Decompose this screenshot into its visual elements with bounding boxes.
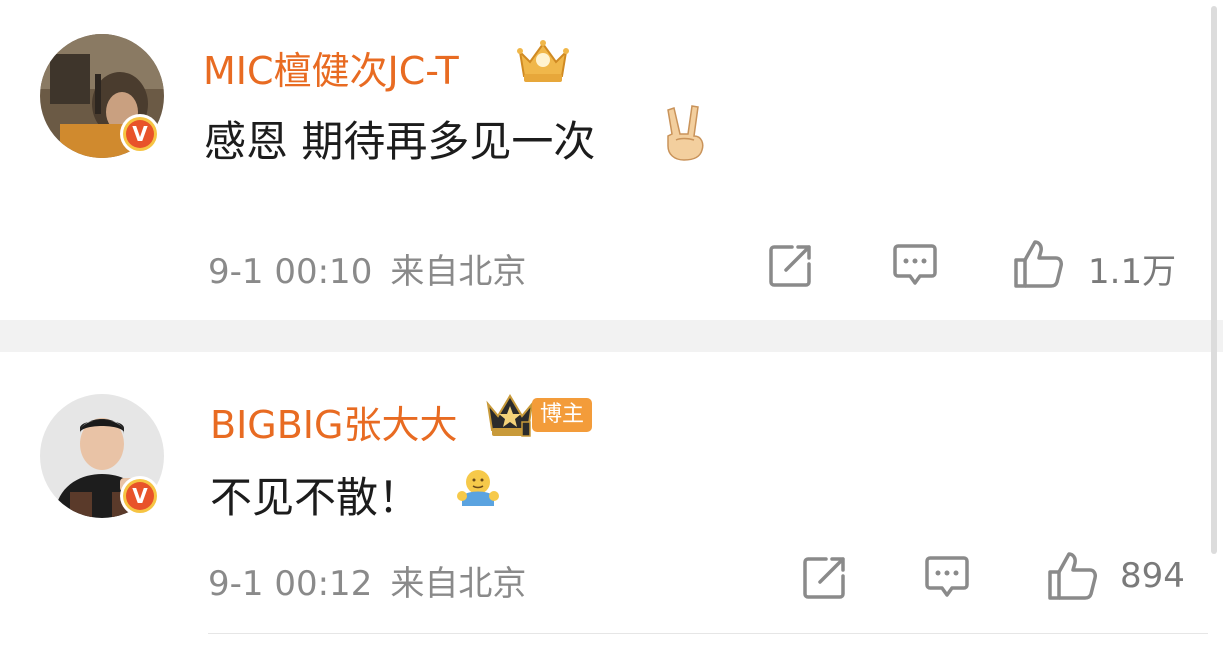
comment-meta: 9-1 00:12 来自北京 xyxy=(208,556,526,605)
verified-badge: V xyxy=(120,476,160,516)
host-badge: 博主 xyxy=(532,398,593,432)
share-icon[interactable] xyxy=(802,554,848,600)
comment-location: 来自北京 xyxy=(390,564,527,604)
like-count: 894 xyxy=(1120,556,1185,596)
comment-time: 9-1 00:12 xyxy=(208,564,373,604)
black-crown-icon xyxy=(486,394,534,437)
comment-text: 感恩 期待再多见一次 xyxy=(204,117,596,166)
victory-hand-emoji xyxy=(667,105,704,161)
scrollbar[interactable] xyxy=(1211,6,1217,554)
comment-separator xyxy=(0,320,1223,352)
comment-meta: 9-1 00:10 来自北京 xyxy=(208,244,526,293)
like-count: 1.1万 xyxy=(1088,252,1177,292)
comment-icon[interactable] xyxy=(892,242,938,288)
comment-location: 来自北京 xyxy=(390,252,527,292)
thumbs-up-icon[interactable] xyxy=(1012,238,1064,290)
username[interactable]: BIGBIG张大大 xyxy=(210,394,457,449)
verified-badge: V xyxy=(120,114,160,154)
gold-crown-icon xyxy=(517,40,569,82)
comment-item: V BIGBIG张大大 博主 不见不散！ 9-1 00:12 来自北京 894 xyxy=(0,352,1223,653)
divider xyxy=(208,633,1208,634)
comment-icon[interactable] xyxy=(924,554,970,600)
comment-item: V MIC檀健次JC-T 感恩 期待再多见一次 9-1 00:10 来自北京 1.… xyxy=(0,0,1223,320)
comment-time: 9-1 00:10 xyxy=(208,252,373,292)
comment-text: 不见不散！ xyxy=(210,473,421,522)
share-icon[interactable] xyxy=(768,242,814,288)
thumbs-up-icon[interactable] xyxy=(1046,550,1098,602)
hug-emoji xyxy=(457,470,499,506)
username[interactable]: MIC檀健次JC-T xyxy=(203,40,459,95)
